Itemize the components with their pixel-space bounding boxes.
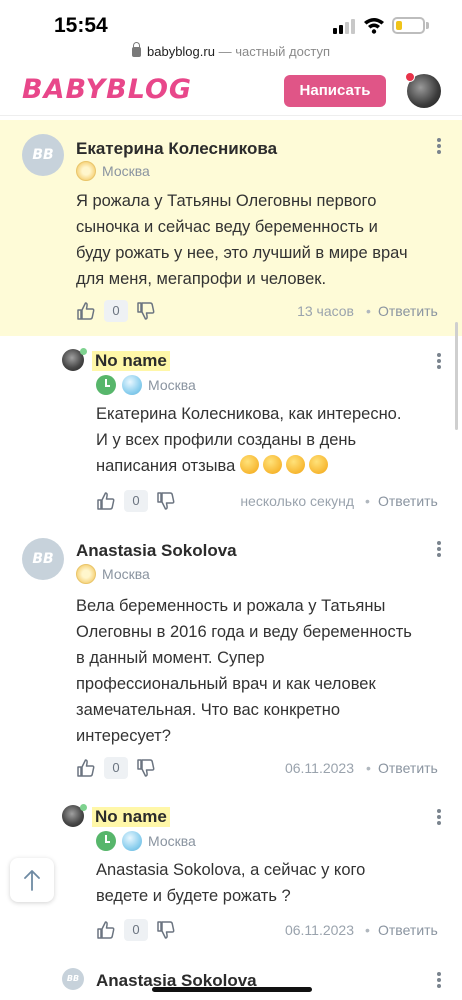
thumbs-up-icon[interactable] [96,491,116,511]
thumbs-down-icon[interactable] [156,491,176,511]
babyblog-logo[interactable]: BABYBLOG [22,74,192,105]
comment: BB Екатерина Колесникова Москва Я рожала… [0,120,462,336]
online-indicator [80,348,87,355]
more-options-icon[interactable] [437,809,441,825]
scrollbar[interactable] [455,322,458,430]
thumbs-up-icon[interactable] [76,758,96,778]
comment-text: Я рожала у Татьяны Олеговны первого сыно… [76,192,408,288]
vote-count: 0 [124,919,148,941]
address-bar[interactable]: babyblog.ru — частный доступ [0,42,462,66]
url-domain: babyblog.ru [147,44,215,59]
more-options-icon[interactable] [437,972,441,988]
comment-city: Москва [102,163,150,179]
rofl-emoji-icon [285,455,305,474]
rofl-emoji-icon [262,455,282,474]
globe-badge-icon [122,375,142,395]
status-time: 15:54 [54,14,108,37]
write-button[interactable]: Написать [284,75,386,107]
comment-author[interactable]: No name [92,807,170,827]
comment-actions: 0 несколько секунд • Ответить [96,489,442,515]
reply-link[interactable]: Ответить [378,760,438,776]
scroll-to-top-button[interactable] [10,858,54,902]
more-options-icon[interactable] [437,353,441,369]
comment-city: Москва [148,377,196,393]
comment-city: Москва [148,833,196,849]
reply-link[interactable]: Ответить [378,303,438,319]
battery-icon [392,17,425,34]
comment-actions: 0 06.11.2023 • Ответить [76,756,442,782]
thumbs-up-icon[interactable] [96,920,116,940]
cellular-signal-icon [333,18,355,34]
comment-time: 06.11.2023 [284,922,354,938]
comment-reply: BB Anastasia Sokolova [0,962,462,1000]
lock-icon [132,42,141,57]
avatar[interactable]: BB [22,134,64,176]
home-indicator [152,987,312,992]
comment-actions: 0 13 часов • Ответить [76,299,442,325]
globe-badge-icon [122,831,142,851]
thumbs-down-icon[interactable] [136,301,156,321]
reply-link[interactable]: Ответить [378,493,438,509]
notification-dot [405,72,415,82]
thumbs-down-icon[interactable] [156,920,176,940]
more-options-icon[interactable] [437,541,441,557]
comment-author[interactable]: Anastasia Sokolova [76,541,237,561]
comment-time: 06.11.2023 [284,760,354,776]
rofl-emoji-icon [308,455,328,474]
comment-time: несколько секунд [240,493,354,509]
online-indicator [80,804,87,811]
thumbs-down-icon[interactable] [136,758,156,778]
site-header: BABYBLOG Написать [0,68,462,116]
more-options-icon[interactable] [437,138,441,154]
wifi-icon [364,18,384,34]
rofl-emoji-icon [239,455,259,474]
comment-text: Anastasia Sokolova, а сейчас у кого веде… [96,861,366,905]
clock-badge-icon [96,375,116,395]
vote-count: 0 [104,300,128,322]
reply-link[interactable]: Ответить [378,922,438,938]
arrow-up-icon [24,870,40,891]
comment-time: 13 часов [297,303,354,319]
comment-text: Вела беременность и рожала у Татьяны Оле… [76,597,412,745]
url-access: частный доступ [235,44,330,59]
thumbs-up-icon[interactable] [76,301,96,321]
comment-author[interactable]: No name [92,351,170,371]
comment-reply: No name Москва Екатерина Колесникова, ка… [0,340,462,520]
comment-city: Москва [102,566,150,582]
status-badge-icon [76,161,96,181]
avatar[interactable]: BB [22,538,64,580]
vote-count: 0 [104,757,128,779]
avatar[interactable]: BB [62,968,84,990]
comment: BB Anastasia Sokolova Москва Вела береме… [0,530,462,792]
comment-actions: 0 06.11.2023 • Ответить [96,918,442,944]
status-bar: 15:54 [0,0,462,44]
clock-badge-icon [96,831,116,851]
comment-author[interactable]: Екатерина Колесникова [76,139,277,159]
vote-count: 0 [124,490,148,512]
status-badge-icon [76,564,96,584]
comment-text: Екатерина Колесникова, как интересно. И … [96,405,402,475]
comment-reply: No name Москва Anastasia Sokolova, а сей… [0,798,462,958]
